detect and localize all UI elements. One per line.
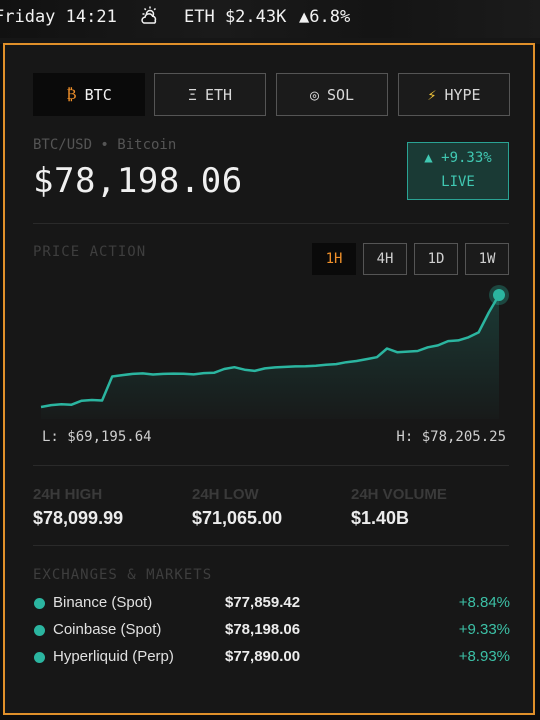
eth-ticker: ETH $2.43K [184,7,287,27]
price-chart [40,285,509,419]
exchange-row-binance[interactable]: Binance (Spot) $77,859.42 +8.84% [33,593,511,615]
tab-hype[interactable]: ⚡ HYPE [398,73,510,116]
status-dot-icon [34,652,45,663]
divider [33,545,509,546]
timeframe-4h[interactable]: 4H [363,243,407,275]
badge-status: LIVE [441,174,475,190]
exchange-price: $77,890.00 [225,648,301,665]
exchanges-label: EXCHANGES & MARKETS [33,567,213,583]
bitcoin-icon: ₿ [66,85,77,103]
chart-high: H: $78,205.25 [396,429,506,445]
timeframe-1h[interactable]: 1H [312,243,356,275]
tab-label: BTC [84,85,112,104]
status-dot-icon [34,625,45,636]
badge-change: ▲ +9.33% [424,150,492,166]
exchange-change: +8.93% [458,648,510,665]
asset-tabs: ₿ BTC Ξ ETH ◎ SOL ⚡ HYPE [33,73,510,118]
tab-label: HYPE [444,85,481,104]
stat-label-low: 24H LOW [192,486,259,503]
divider [33,465,509,466]
pair-label: BTC/USD • Bitcoin [33,137,177,153]
lightning-icon: ⚡ [427,85,437,104]
crypto-panel: ₿ BTC Ξ ETH ◎ SOL ⚡ HYPE BTC/USD • Bitco… [3,43,535,715]
stat-label-high: 24H HIGH [33,486,103,503]
timeframe-1d[interactable]: 1D [414,243,458,275]
chart-area [41,295,499,419]
tab-sol[interactable]: ◎ SOL [276,73,388,116]
chart-low: L: $69,195.64 [42,429,152,445]
stat-value-low: $71,065.00 [192,508,283,528]
exchange-price: $78,198.06 [225,621,301,638]
ethereum-icon: Ξ [187,85,197,104]
partly-cloudy-icon [141,6,157,24]
exchange-row-coinbase[interactable]: Coinbase (Spot) $78,198.06 +9.33% [33,620,511,642]
exchange-price: $77,859.42 [225,594,301,611]
stat-value-high: $78,099.99 [33,508,124,528]
exchange-name: Binance (Spot) [53,594,153,611]
tab-eth[interactable]: Ξ ETH [154,73,266,116]
exchange-name: Coinbase (Spot) [53,621,162,638]
exchange-change: +8.84% [458,594,510,611]
divider [33,223,509,224]
stat-label-volume: 24H VOLUME [351,486,447,503]
eth-change: ▲6.8% [299,7,351,27]
chart-endpoint-dot [493,289,505,301]
exchange-name: Hyperliquid (Perp) [53,648,174,665]
exchange-row-hyperliquid[interactable]: Hyperliquid (Perp) $77,890.00 +8.93% [33,647,511,669]
tab-btc[interactable]: ₿ BTC [33,73,145,116]
status-bar: Friday 14:21 ETH $2.43K ▲6.8% [0,0,540,38]
solana-icon: ◎ [309,85,319,104]
status-dot-icon [34,598,45,609]
tab-label: ETH [204,85,233,104]
exchange-change: +9.33% [458,621,510,638]
tab-label: SOL [326,85,355,104]
timeframe-1w[interactable]: 1W [465,243,509,275]
clock: Friday 14:21 [0,7,117,27]
price-action-label: PRICE ACTION [33,244,147,260]
current-price: $78,198.06 [33,161,243,201]
stat-value-volume: $1.40B [351,508,410,528]
live-change-badge: ▲ +9.33% LIVE [407,142,509,200]
